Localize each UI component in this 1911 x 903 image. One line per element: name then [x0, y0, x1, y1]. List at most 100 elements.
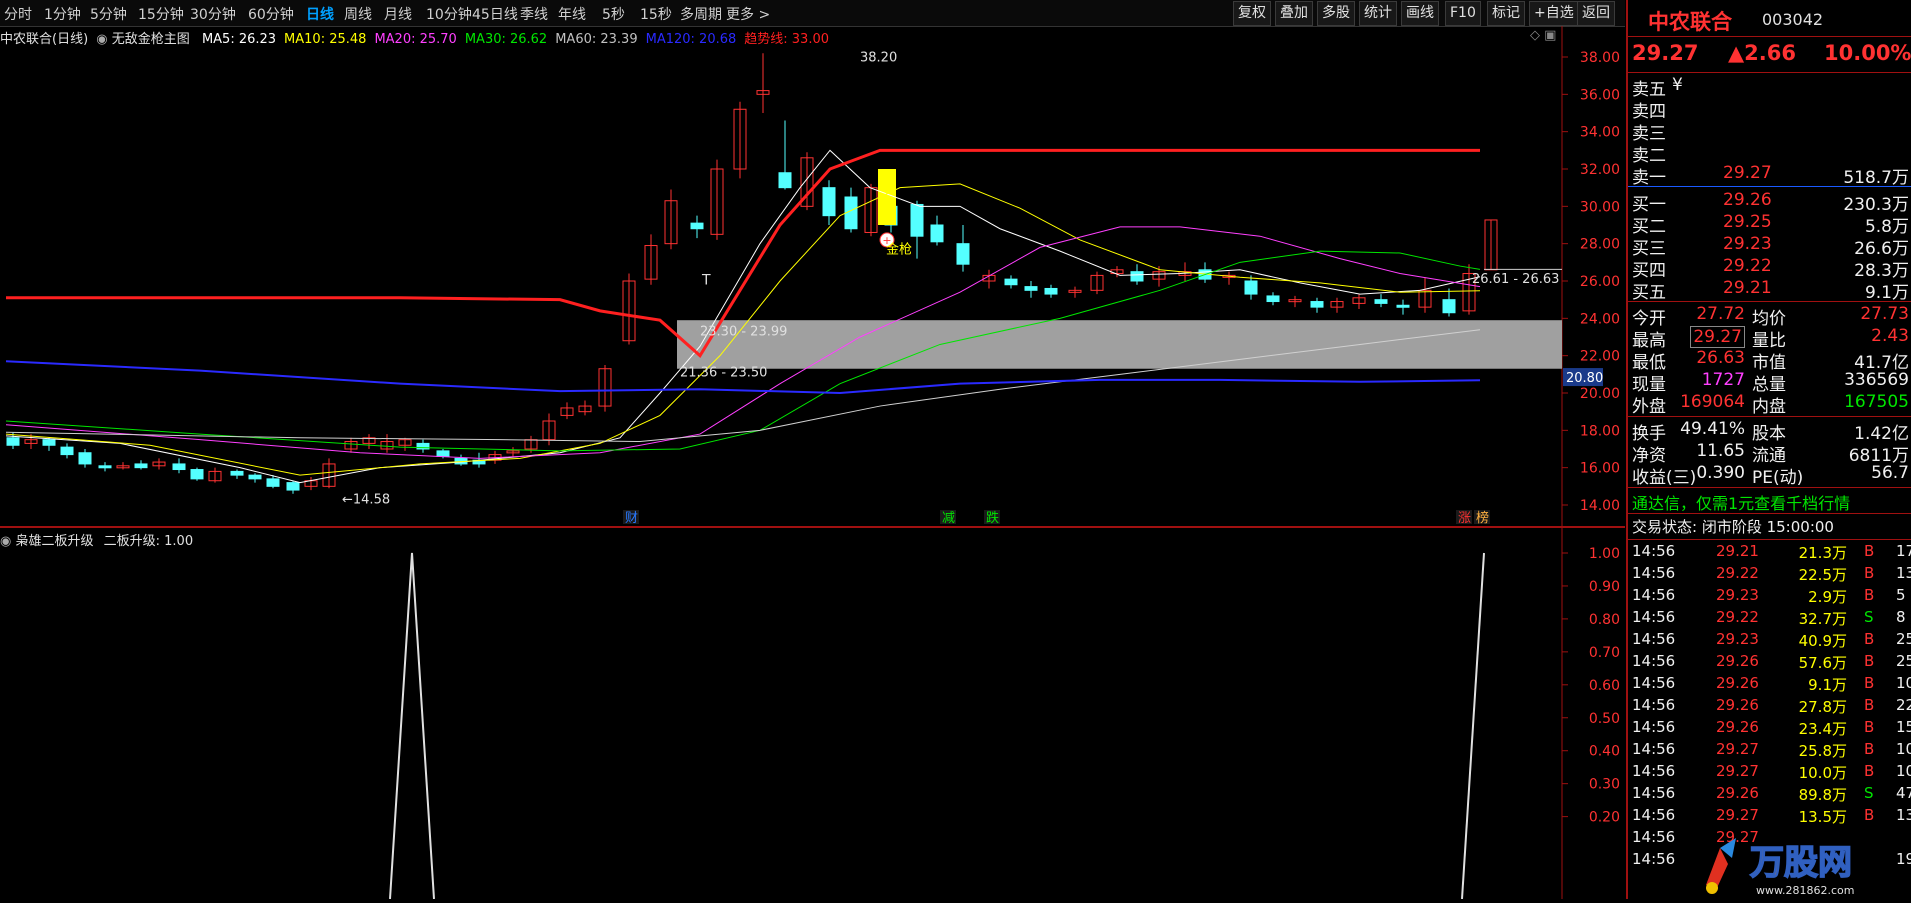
tick-time: 14:56 — [1632, 630, 1676, 648]
trade-status: 交易状态: 闭市阶段 15:00:00 — [1628, 516, 1911, 538]
zone-upper-label: 23.30 - 23.99 — [700, 324, 787, 339]
tick-price: 29.26 — [1716, 784, 1759, 802]
tick-time: 14:56 — [1632, 784, 1676, 802]
toolbar-button[interactable]: 叠加 — [1275, 1, 1313, 26]
period-tab[interactable]: 月线 — [384, 4, 412, 24]
y-tick-label: 34.00 — [1580, 125, 1620, 141]
bid-row[interactable]: 买一 29.26 230.3万 — [1628, 190, 1911, 215]
tick-price: 29.23 — [1716, 586, 1759, 604]
ask-row[interactable]: 卖四 — [1628, 97, 1911, 122]
toolbar-button[interactable]: 统计 — [1359, 1, 1397, 26]
sub-indicator-icon[interactable]: ◉ — [0, 534, 11, 549]
toolbar-button[interactable]: 返回 — [1577, 1, 1615, 26]
event-marker[interactable]: 跌 — [986, 510, 999, 526]
period-tab[interactable]: 多周期 — [680, 4, 722, 24]
toolbar-button[interactable]: 复权 — [1233, 1, 1271, 26]
period-tab[interactable]: 日线 — [306, 4, 334, 24]
toolbar-button[interactable]: +自选 — [1529, 1, 1579, 26]
ask-row[interactable]: 卖二 — [1628, 141, 1911, 166]
tick-direction: B — [1864, 586, 1875, 604]
event-marker[interactable]: 涨 — [1458, 511, 1471, 526]
period-tab[interactable]: 10分钟 — [426, 4, 472, 24]
bid-row[interactable]: 买五 29.21 9.1万 — [1628, 278, 1911, 303]
event-marker[interactable]: 减 — [942, 511, 955, 526]
bid-row[interactable]: 买四 29.22 28.3万 — [1628, 256, 1911, 281]
ma-value-label: MA30: 26.62 — [464, 32, 548, 47]
tick-count: 10 — [1896, 740, 1911, 758]
bid-row[interactable]: 买二 29.25 5.8万 — [1628, 212, 1911, 237]
promo-text[interactable]: 通达信，仅需1元查看千档行情 — [1632, 490, 1850, 514]
main-kline-chart[interactable]: 38.00 36.00 34.00 32.00 30.00 28.00 26.00 24.00… — [0, 26, 1625, 526]
promo-link[interactable]: 通达信，仅需1元查看千档行情 — [1628, 490, 1911, 514]
period-tab[interactable]: 周线 — [344, 4, 372, 24]
book-midline — [1628, 186, 1911, 187]
ask-row[interactable]: 卖一 29.27 518.7万 — [1628, 163, 1911, 188]
bid-volume: 9.1万 — [1864, 283, 1909, 303]
tick-time: 14:56 — [1632, 586, 1676, 604]
period-tab[interactable]: 15分钟 — [138, 4, 184, 24]
period-tab[interactable]: 分时 — [4, 4, 32, 24]
candle-down — [1266, 295, 1280, 303]
toolbar-button[interactable]: 多股 — [1317, 1, 1355, 26]
sub-indicator-chart[interactable]: 1.00 0.90 0.80 0.70 0.60 0.50 0.40 0.30 0.20 ◉ 枭… — [0, 528, 1625, 900]
period-tab[interactable]: 30分钟 — [190, 4, 236, 24]
candle-down — [78, 452, 92, 465]
period-tab[interactable]: 季线 — [520, 4, 548, 24]
tick-price: 29.27 — [1716, 740, 1759, 758]
y-tick-label: 36.00 — [1580, 87, 1620, 103]
tick-price: 29.26 — [1716, 652, 1759, 670]
ask-row[interactable]: 卖三 — [1628, 119, 1911, 144]
tick-row: 14:56 29.27 25.8万 B 10 — [1628, 740, 1911, 762]
toolbar-button[interactable]: F10 — [1445, 1, 1481, 26]
ask-row[interactable]: 卖五 ¥ — [1628, 75, 1911, 100]
y-tick-label: 22.00 — [1580, 349, 1620, 365]
candle-down — [134, 463, 148, 469]
period-tab[interactable]: 45日线 — [472, 4, 518, 24]
chart-option-icons[interactable]: ◇ ▣ — [1530, 28, 1556, 43]
ma-value-label: 趋势线: 33.00 — [744, 32, 829, 47]
kline-canvas[interactable]: 38.00 36.00 34.00 32.00 30.00 28.00 26.00 24.00… — [0, 26, 1625, 526]
event-marker[interactable]: 榜 — [1476, 510, 1489, 526]
candle-down — [286, 482, 300, 491]
period-tab[interactable]: 更多 > — [726, 4, 770, 24]
bid-price: 29.26 — [1723, 190, 1772, 210]
tick-volume: 10.0万 — [1798, 764, 1847, 782]
period-tab[interactable]: 5秒 — [602, 4, 625, 24]
period-tab[interactable]: 15秒 — [640, 4, 672, 24]
event-marker[interactable]: 财 — [625, 511, 638, 526]
indicator-name[interactable]: 无敌金枪主图 — [112, 32, 190, 47]
bid-row[interactable]: 买三 29.23 26.6万 — [1628, 234, 1911, 259]
tick-price: 29.26 — [1716, 718, 1759, 736]
sub-y-tick-label: 1.00 — [1589, 546, 1620, 562]
stat-value: 26.63 — [1696, 348, 1745, 368]
price-change-pct: 10.00% — [1824, 41, 1911, 65]
stat-value: 56.7 — [1871, 463, 1909, 483]
stat-row: 收益(三) 0.390 PE(动) 56.7 — [1628, 463, 1911, 488]
stat-value: 1727 — [1701, 370, 1745, 390]
stat-value: 27.73 — [1860, 304, 1909, 324]
sub-y-tick-label: 0.60 — [1589, 678, 1620, 694]
tick-time: 14:56 — [1632, 542, 1676, 560]
toolbar-button[interactable]: 标记 — [1487, 1, 1525, 26]
stat-label: 内盘 — [1752, 397, 1786, 417]
sub-indicator-name[interactable]: 枭雄二板升级 — [15, 534, 93, 549]
indicator-dropdown-icon[interactable]: ◉ — [96, 32, 107, 47]
ask-price: ¥ — [1672, 75, 1683, 95]
tick-count: 25 — [1896, 652, 1911, 670]
toolbar-button[interactable]: 画线 — [1401, 1, 1439, 26]
period-tab[interactable]: 60分钟 — [248, 4, 294, 24]
bid-label: 买五 — [1632, 283, 1666, 303]
sub-y-tick-label: 0.30 — [1589, 777, 1620, 793]
period-tab[interactable]: 1分钟 — [44, 4, 81, 24]
period-tab[interactable]: 5分钟 — [90, 4, 127, 24]
period-tab[interactable]: 年线 — [558, 4, 586, 24]
tick-count: 17 — [1896, 542, 1911, 560]
indicator-canvas[interactable]: 1.00 0.90 0.80 0.70 0.60 0.50 0.40 0.30 0.20 — [0, 528, 1625, 900]
candle-down — [266, 478, 280, 487]
tick-row: 14:56 29.21 21.3万 B 17 — [1628, 542, 1911, 564]
tick-direction: B — [1864, 652, 1875, 670]
tick-volume: 13.5万 — [1798, 808, 1847, 826]
stat-row: 换手 49.41% 股本 1.42亿 — [1628, 419, 1911, 444]
tick-time: 14:56 — [1632, 806, 1676, 824]
candle-down — [6, 437, 20, 446]
